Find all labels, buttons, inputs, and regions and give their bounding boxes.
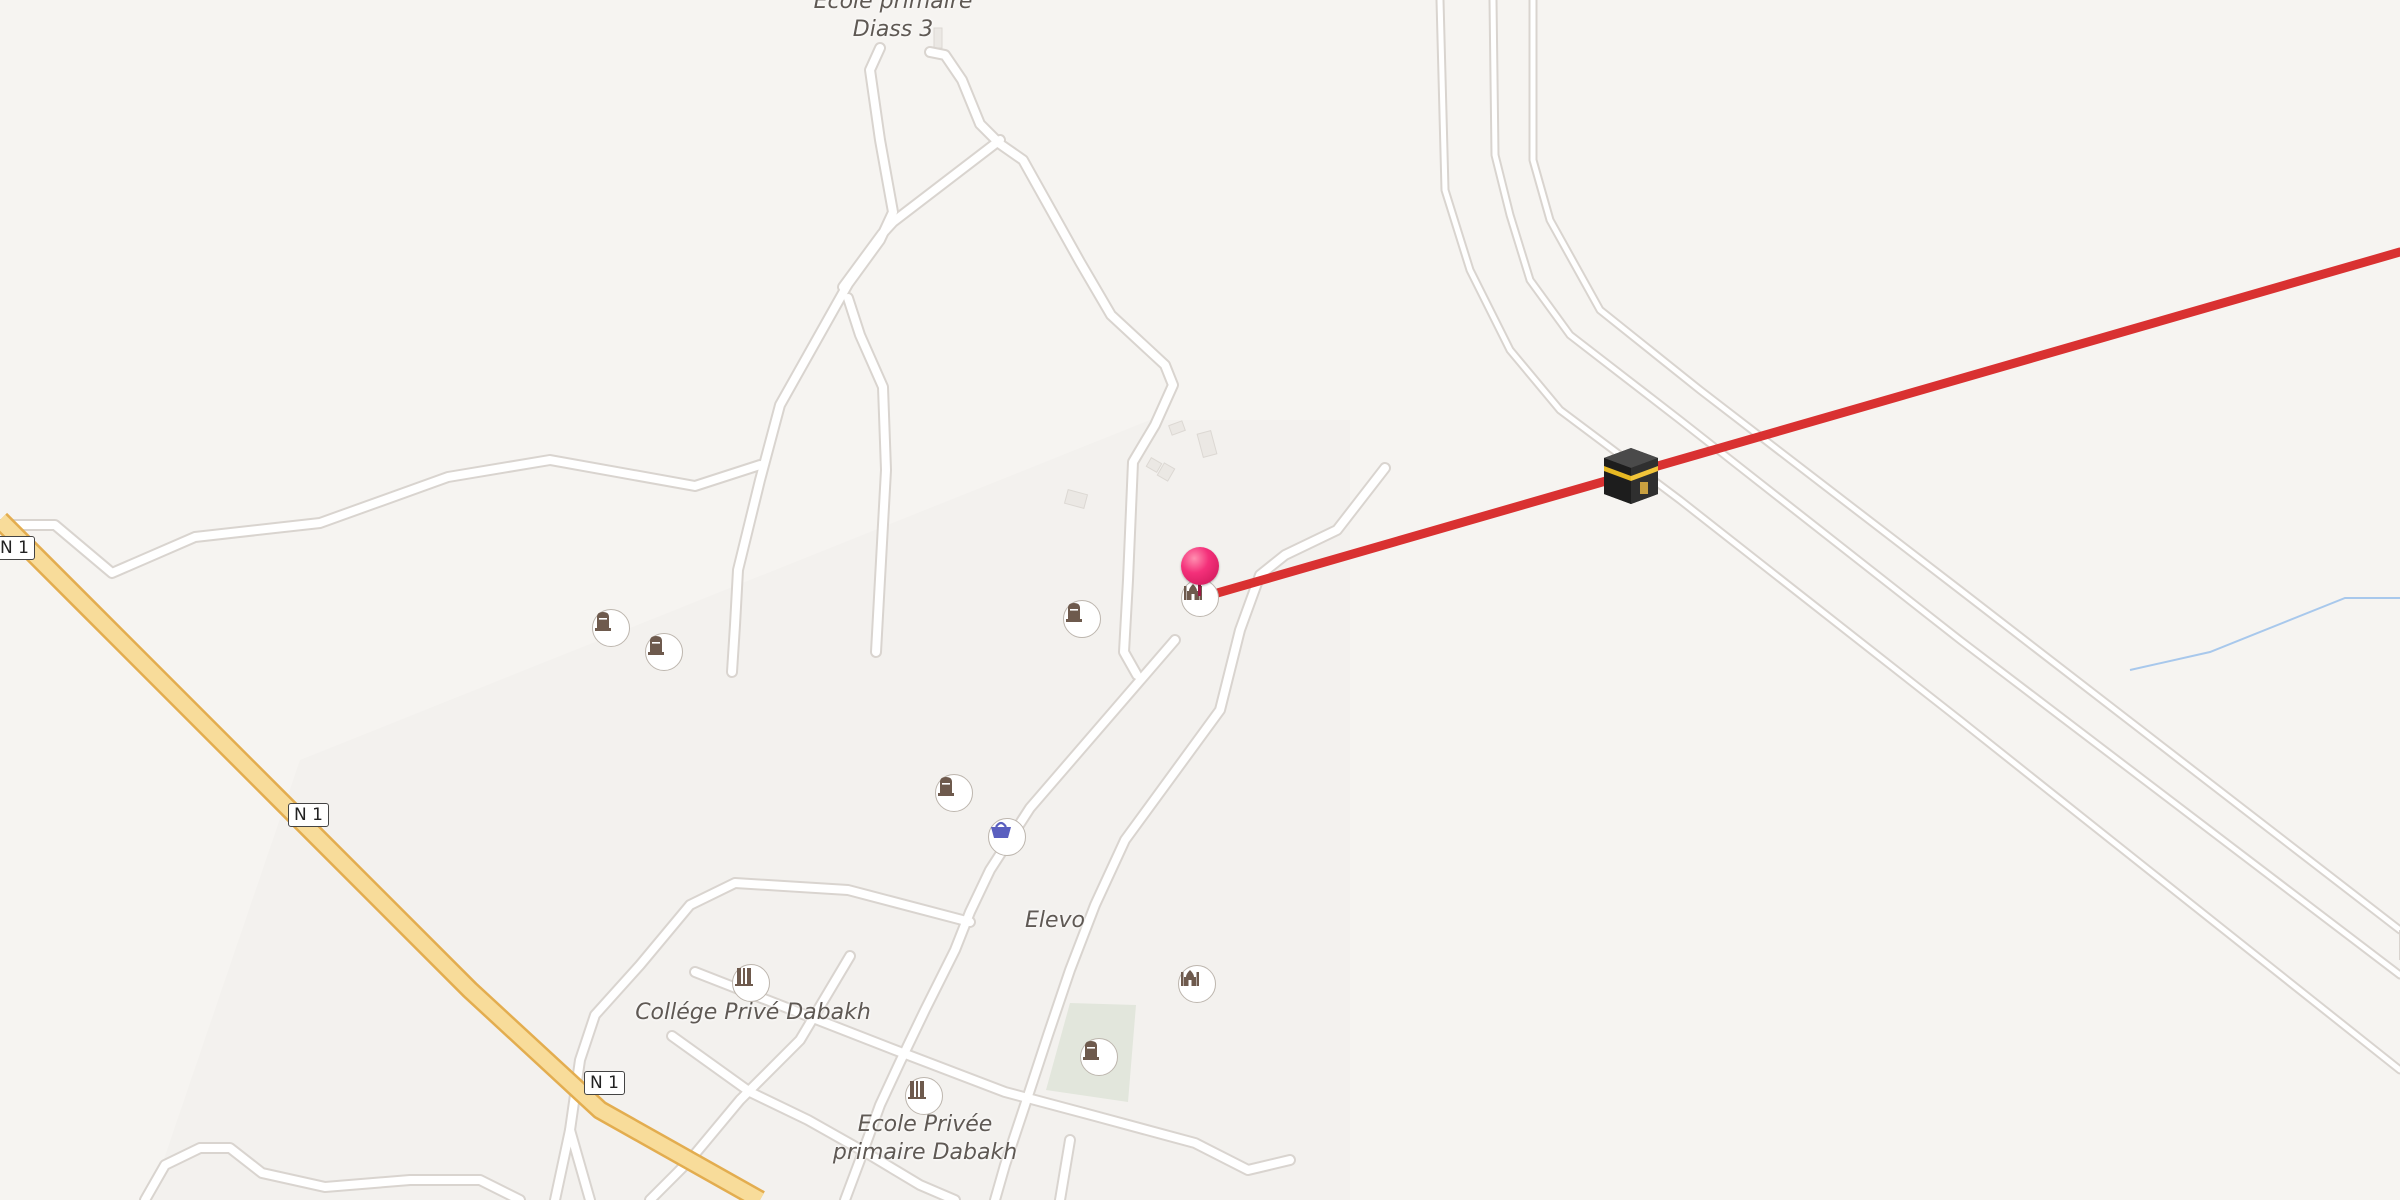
location-pin-icon[interactable] (1181, 547, 1219, 585)
cemetery-icon[interactable] (1080, 1038, 1118, 1076)
place-label-college-dabakh[interactable]: Collége Privé Dabakh (635, 999, 871, 1027)
school-icon[interactable] (732, 964, 770, 1002)
road-shield-n1: N 1 (288, 803, 329, 827)
cemetery-icon[interactable] (935, 774, 973, 812)
shopping-basket-icon[interactable] (988, 818, 1026, 856)
cemetery-icon[interactable] (592, 609, 630, 647)
road-shield-n1: N 1 (584, 1071, 625, 1095)
road-shield-n1: N 1 (0, 536, 35, 560)
qibla-direction-line (1195, 247, 2400, 603)
place-label-elevo[interactable]: Elevo (1025, 907, 1085, 935)
kaaba-icon[interactable] (1602, 446, 1660, 506)
highway-casing (1435, 0, 2400, 1075)
place-label-ecole-privee-dabakh[interactable]: Ecole Privée primaire Dabakh (833, 1111, 1017, 1167)
highway-lanes (1437, 0, 2400, 1073)
mosque-icon[interactable] (1178, 965, 1216, 1003)
school-icon[interactable] (905, 1077, 943, 1115)
cemetery-icon[interactable] (645, 633, 683, 671)
place-label-ecole-diass[interactable]: Ecole primaire Diass 3 (814, 0, 973, 44)
map-view[interactable]: N 1 N 1 N 1 Ecole primaire Diass 3 Elevo… (0, 0, 2400, 1200)
cemetery-icon[interactable] (1063, 600, 1101, 638)
stream (2129, 597, 2400, 671)
